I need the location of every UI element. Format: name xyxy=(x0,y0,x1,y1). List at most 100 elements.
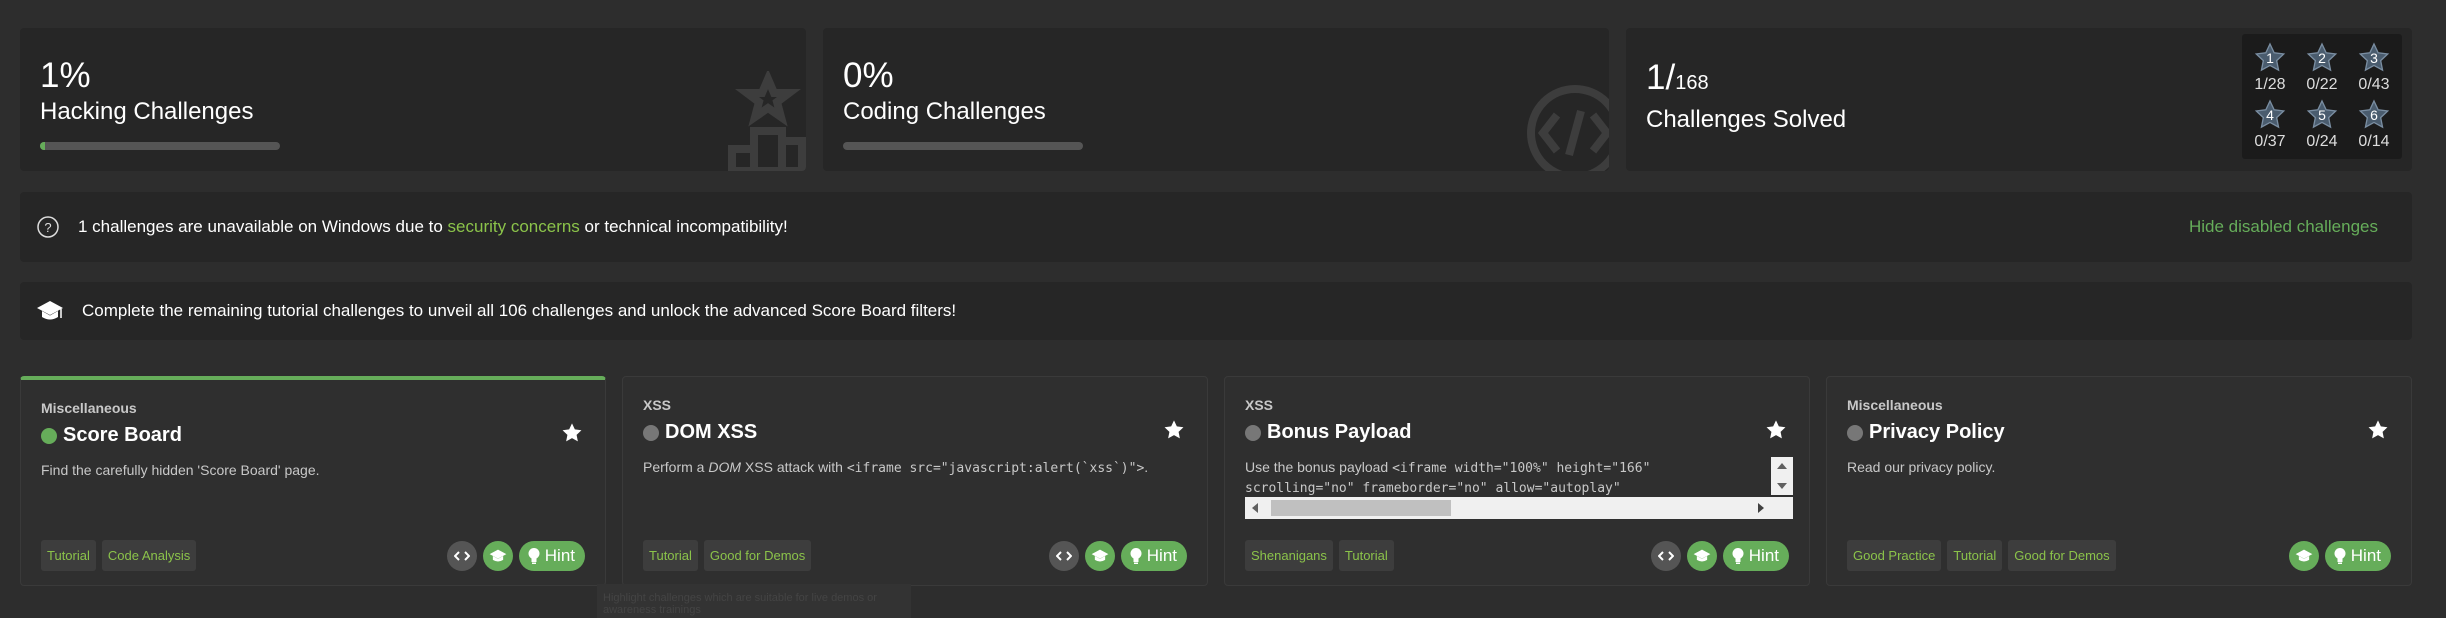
scroll-right-icon[interactable] xyxy=(1749,497,1771,519)
challenge-card-dom-xss: XSS DOM XSS Perform a DOM XSS attack wit… xyxy=(622,376,1208,586)
lightbulb-icon xyxy=(528,548,540,564)
difficulty-stars-grid: 1 1/28 2 0/22 3 0/43 4 0/37 5 0/24 6 0/14 xyxy=(2242,34,2402,159)
tutorial-notice-text: Complete the remaining tutorial challeng… xyxy=(82,301,957,320)
hint-button[interactable]: Hint xyxy=(518,541,585,571)
graduation-cap-icon xyxy=(1091,549,1109,562)
hint-button[interactable]: Hint xyxy=(1120,541,1187,571)
scroll-up-icon[interactable] xyxy=(1771,457,1793,475)
graduation-cap-icon xyxy=(37,301,63,320)
windows-notice-text-end: or technical incompatibility! xyxy=(579,217,788,236)
svg-text:?: ? xyxy=(44,220,51,235)
lightbulb-icon xyxy=(2334,548,2346,564)
hacking-percent: 1% xyxy=(40,56,91,95)
scrollbar-thumb[interactable] xyxy=(1271,500,1451,516)
coding-progress-bar xyxy=(843,142,1083,150)
solved-label: Challenges Solved xyxy=(1646,106,1847,133)
difficulty-1: 1 1/28 xyxy=(2244,40,2296,97)
favorite-star-icon[interactable] xyxy=(561,422,583,444)
coding-percent: 0% xyxy=(843,56,894,95)
unsolved-status-dot xyxy=(1847,424,1863,441)
tutorial-button[interactable] xyxy=(482,541,513,571)
scroll-down-icon[interactable] xyxy=(1771,477,1793,495)
challenge-description: Read our privacy policy. xyxy=(1847,459,1996,475)
difficulty-3: 3 0/43 xyxy=(2348,40,2400,97)
solved-status-dot xyxy=(41,427,57,444)
tag[interactable]: Tutorial xyxy=(1338,540,1394,571)
challenge-tags: Shenanigans Tutorial xyxy=(1245,540,1394,571)
challenge-category: XSS xyxy=(643,397,672,413)
tag[interactable]: Shenanigans xyxy=(1245,540,1333,571)
graduation-cap-icon xyxy=(1693,549,1711,562)
security-concerns-link[interactable]: security concerns xyxy=(448,217,580,237)
unsolved-status-dot xyxy=(1245,424,1261,441)
tag[interactable]: Code Analysis xyxy=(101,540,197,571)
challenge-description: Perform a DOM XSS attack with <iframe sr… xyxy=(643,459,1149,476)
coding-label: Coding Challenges xyxy=(843,98,1046,125)
tag[interactable]: Tutorial xyxy=(1947,540,2003,571)
challenge-category: Miscellaneous xyxy=(41,400,137,416)
challenge-tags: Tutorial Code Analysis xyxy=(41,540,197,571)
graduation-cap-icon xyxy=(489,549,507,562)
favorite-star-icon[interactable] xyxy=(1765,419,1787,441)
horizontal-scrollbar[interactable] xyxy=(1245,497,1793,519)
challenge-category: Miscellaneous xyxy=(1847,397,1943,413)
scroll-left-icon[interactable] xyxy=(1245,497,1267,519)
challenge-card-bonus-payload: XSS Bonus Payload Use the bonus payload … xyxy=(1224,376,1810,586)
favorite-star-icon[interactable] xyxy=(1163,419,1185,441)
hacking-progress-bar xyxy=(40,142,280,150)
code-icon xyxy=(453,551,470,561)
tutorial-button[interactable] xyxy=(1686,541,1717,571)
challenge-title: Score Board xyxy=(41,424,182,447)
challenge-actions: Hint xyxy=(446,541,585,571)
code-snippet-button[interactable] xyxy=(1048,541,1079,571)
difficulty-2: 2 0/22 xyxy=(2296,40,2348,97)
tag[interactable]: Good Practice xyxy=(1847,540,1942,571)
favorite-star-icon[interactable] xyxy=(2367,419,2389,441)
unsolved-status-dot xyxy=(643,424,659,441)
hacking-label: Hacking Challenges xyxy=(40,98,254,125)
challenges-solved-card: 1/168 Challenges Solved 1 1/28 2 0/22 3 0/4… xyxy=(1626,28,2412,171)
difficulty-5: 5 0/24 xyxy=(2296,97,2348,154)
solved-count: 1/168 xyxy=(1646,58,1709,97)
code-snippet-button[interactable] xyxy=(1650,541,1681,571)
hint-button[interactable]: Hint xyxy=(1722,541,1789,571)
challenge-category: XSS xyxy=(1245,397,1274,413)
tag[interactable]: Tutorial xyxy=(643,540,698,571)
challenge-tags: Good Practice Tutorial Good for Demos xyxy=(1847,540,2116,571)
windows-notice: ? 1 challenges are unavailable on Window… xyxy=(20,192,2412,262)
graduation-cap-icon xyxy=(2295,549,2313,562)
challenge-tags: Tutorial Good for Demos xyxy=(643,540,812,571)
challenge-title: Privacy Policy xyxy=(1847,421,2005,444)
windows-notice-text: 1 challenges are unavailable on Windows … xyxy=(78,217,448,236)
hint-button[interactable]: Hint xyxy=(2324,541,2391,571)
question-circle-icon: ? xyxy=(37,216,59,238)
code-icon xyxy=(1055,551,1072,561)
challenge-actions: Hint xyxy=(1650,541,1789,571)
challenge-description-line2: scrolling="no" frameborder="no" allow="a… xyxy=(1245,481,1621,496)
challenge-card-privacy-policy: Miscellaneous Privacy Policy Read our pr… xyxy=(1826,376,2412,586)
challenge-actions: Hint xyxy=(2288,541,2391,571)
code-snippet-button[interactable] xyxy=(446,541,477,571)
lightbulb-icon xyxy=(1732,548,1744,564)
tutorial-button[interactable] xyxy=(2288,541,2319,571)
difficulty-6: 6 0/14 xyxy=(2348,97,2400,154)
code-icon xyxy=(1527,85,1609,171)
trophy-podium-icon xyxy=(728,71,806,171)
challenge-title: DOM XSS xyxy=(643,421,757,444)
code-icon xyxy=(1657,551,1674,561)
tooltip: Highlight challenges which are suitable … xyxy=(597,584,911,618)
solved-total: 168 xyxy=(1675,72,1709,94)
hide-disabled-challenges-link[interactable]: Hide disabled challenges xyxy=(2189,217,2378,237)
tutorial-button[interactable] xyxy=(1084,541,1115,571)
tag[interactable]: Tutorial xyxy=(41,540,96,571)
lightbulb-icon xyxy=(1130,548,1142,564)
vertical-scrollbar[interactable] xyxy=(1771,457,1793,495)
tutorial-notice: Complete the remaining tutorial challeng… xyxy=(20,282,2412,340)
challenge-description: Find the carefully hidden 'Score Board' … xyxy=(41,462,320,478)
challenge-description-scrollbox[interactable]: Use the bonus payload <iframe width="100… xyxy=(1245,457,1793,519)
tag[interactable]: Good for Demos xyxy=(703,540,812,571)
challenge-description: Use the bonus payload <iframe width="100… xyxy=(1245,459,1651,476)
tag[interactable]: Good for Demos xyxy=(2008,540,2116,571)
difficulty-4: 4 0/37 xyxy=(2244,97,2296,154)
challenge-actions: Hint xyxy=(1048,541,1187,571)
